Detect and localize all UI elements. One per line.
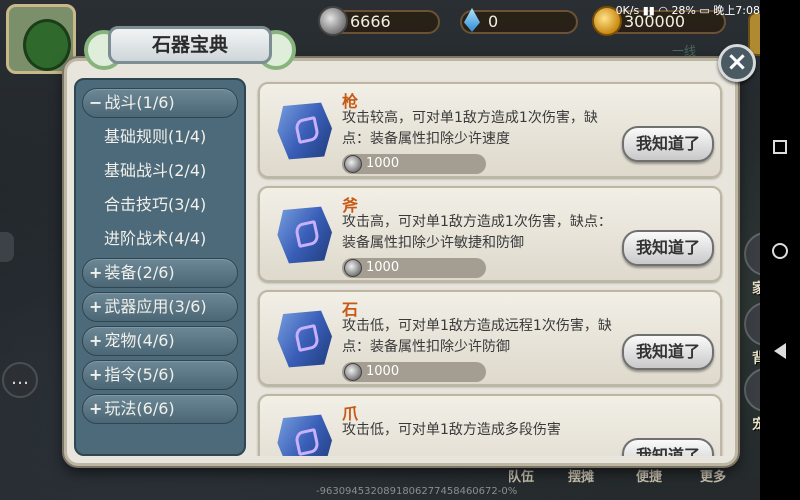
back-icon[interactable] (774, 343, 786, 359)
coin-icon (318, 6, 348, 36)
server-line-label: 一线 (672, 44, 697, 58)
item-cost-value: 1000 (366, 260, 400, 275)
item-description: 攻击低，可对单1敌方造成多段伤害 (342, 422, 561, 438)
collapse-icon: − (89, 93, 103, 112)
battery-level: 28% (671, 4, 696, 17)
expand-icon: + (89, 263, 103, 282)
close-button[interactable]: × (718, 44, 756, 82)
gems-value: 0 (488, 12, 499, 31)
coins-counter: 6666 (318, 6, 440, 36)
weapon-stone-icon (274, 98, 338, 168)
coin-icon (344, 363, 362, 381)
category-panel: − 战斗(1/6) 基础规则(1/4) 基础战斗(2/4) 合击技巧(3/4) 进… (74, 78, 246, 456)
weapon-stone-icon (274, 410, 338, 456)
category-gameplay[interactable]: + 玩法(6/6) (82, 394, 238, 424)
subcategory-basic-rules[interactable]: 基础规则(1/4) (82, 122, 238, 152)
bottom-menu-more[interactable]: 更多 (700, 466, 726, 485)
recent-apps-icon[interactable] (773, 140, 787, 154)
category-label: 玩法(6/6) (104, 399, 175, 418)
dialog-title-plaque: 石器宝典 (84, 22, 296, 70)
category-label: 宠物(4/6) (104, 331, 175, 350)
got-it-button[interactable]: 我知道了 (622, 230, 714, 266)
expand-icon: + (89, 297, 103, 316)
category-label: 武器应用(3/6) (104, 297, 207, 316)
clock: 晚上7:08 (713, 4, 760, 17)
coins-value: 6666 (350, 12, 391, 31)
category-equipment[interactable]: + 装备(2/6) (82, 258, 238, 288)
item-cost: 1000 (342, 154, 486, 174)
chat-icon[interactable]: … (2, 362, 38, 398)
got-it-button[interactable]: 我知道了 (622, 126, 714, 162)
category-commands[interactable]: + 指令(5/6) (82, 360, 238, 390)
debug-id-value: -9630945320891806277458460672 (316, 486, 498, 497)
got-it-button[interactable]: 我知道了 (622, 438, 714, 456)
dialog-title: 石器宝典 (108, 26, 272, 64)
item-cost: 1000 (342, 362, 486, 382)
network-speed: 0K/s (615, 4, 640, 17)
item-description: 攻击较高，可对单1敌方造成1次伤害，缺点：装备属性扣除少许速度 (342, 110, 598, 147)
item-cost-value: 1000 (366, 364, 400, 379)
bottom-menu-shortcut[interactable]: 便捷 (636, 466, 662, 485)
expand-icon: + (89, 365, 103, 384)
item-card-claw: 爪 攻击低，可对单1敌方造成多段伤害 我知道了 (258, 394, 722, 456)
debug-id-suffix: -0% (497, 486, 518, 497)
item-card-spear: 枪 攻击较高，可对单1敌方造成1次伤害，缺点：装备属性扣除少许速度 1000 我… (258, 82, 722, 178)
expand-icon: + (89, 399, 103, 418)
weapon-stone-icon (274, 306, 338, 376)
category-battle[interactable]: − 战斗(1/6) (82, 88, 238, 118)
category-label: 战斗(1/6) (104, 93, 175, 112)
coin-icon (344, 259, 362, 277)
item-description: 攻击高，可对单1敌方造成1次伤害，缺点：装备属性扣除少许敏捷和防御 (342, 214, 612, 251)
expand-icon: + (89, 331, 103, 350)
item-cost: 1000 (342, 258, 486, 278)
item-cost-value: 1000 (366, 156, 400, 171)
got-it-button[interactable]: 我知道了 (622, 334, 714, 370)
gem-icon (456, 6, 486, 36)
weapon-stone-icon (274, 202, 338, 272)
home-icon[interactable] (772, 243, 788, 259)
debug-id-text: -9630945320891806277458460672-0% (316, 486, 517, 497)
battery-icon: ▭ (699, 4, 710, 17)
subcategory-basic-battle[interactable]: 基础战斗(2/4) (82, 156, 238, 186)
system-status-bar: 0K/s ▮▮ ◠ 28% ▭ 晚上7:08 (616, 2, 760, 18)
coin-icon (344, 155, 362, 173)
left-expand-arrow-icon[interactable] (0, 232, 14, 262)
subcategory-combo-skills[interactable]: 合击技巧(3/4) (82, 190, 238, 220)
bottom-menu-stall[interactable]: 摆摊 (568, 466, 594, 485)
android-nav-bar (760, 0, 800, 500)
category-label: 装备(2/6) (104, 263, 175, 282)
item-list[interactable]: 枪 攻击较高，可对单1敌方造成1次伤害，缺点：装备属性扣除少许速度 1000 我… (254, 78, 726, 456)
bottom-menu-team[interactable]: 队伍 (508, 466, 534, 485)
category-label: 指令(5/6) (104, 365, 175, 384)
category-pets[interactable]: + 宠物(4/6) (82, 326, 238, 356)
subcategory-advanced-tactics[interactable]: 进阶战术(4/4) (82, 224, 238, 254)
wifi-icon: ◠ (658, 4, 668, 17)
signal-icon: ▮▮ (642, 4, 655, 17)
gems-counter: 0 (460, 10, 578, 34)
item-card-stone: 石 攻击低，可对单1敌方造成远程1次伤害，缺点：装备属性扣除少许防御 1000 … (258, 290, 722, 386)
category-weapon-use[interactable]: + 武器应用(3/6) (82, 292, 238, 322)
item-description: 攻击低，可对单1敌方造成远程1次伤害，缺点：装备属性扣除少许防御 (342, 318, 612, 355)
item-card-axe: 斧 攻击高，可对单1敌方造成1次伤害，缺点：装备属性扣除少许敏捷和防御 1000… (258, 186, 722, 282)
